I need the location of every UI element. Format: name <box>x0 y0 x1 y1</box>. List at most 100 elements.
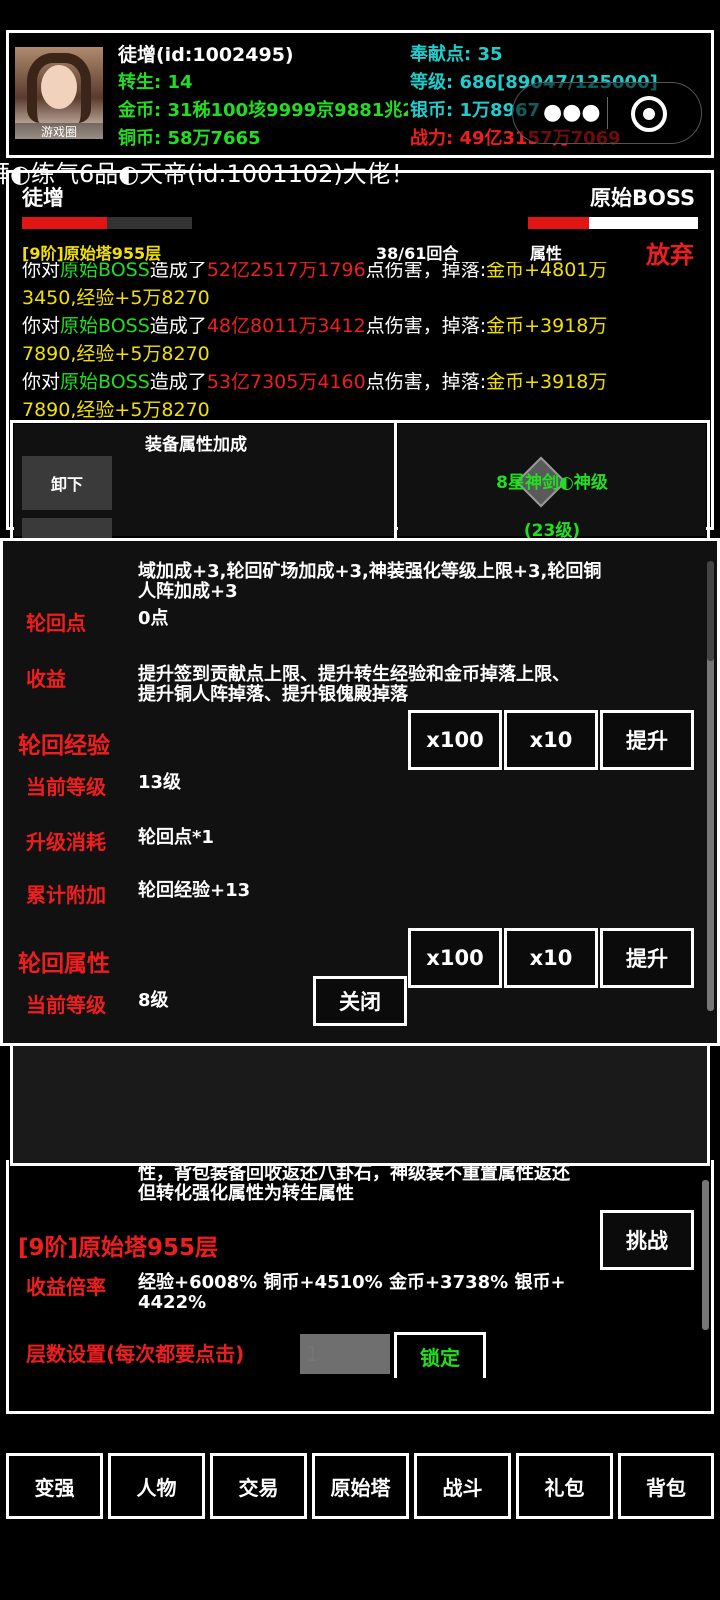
unequip-button[interactable]: 卸下 <box>22 456 112 510</box>
nav-character[interactable]: 人物 <box>108 1453 205 1519</box>
attr-x100-button[interactable]: x100 <box>408 928 502 988</box>
challenge-button[interactable]: 挑战 <box>600 1210 694 1270</box>
battle-log-segment: 原始BOSS <box>60 371 150 393</box>
floor-setting-label: 层数设置(每次都要点击) <box>26 1342 245 1366</box>
tower-scrollbar[interactable] <box>702 1180 709 1330</box>
lock-button[interactable]: 锁定 <box>394 1332 486 1378</box>
battle-log-segment: 点伤害，掉落: <box>365 262 487 281</box>
dialog-top-text-2: 人阵加成+3 <box>138 581 238 602</box>
battle-log: 你对原始BOSS造成了52亿2517万1796点伤害，掉落:金币+4801万 34… <box>0 262 720 422</box>
player-hp-bar <box>22 217 192 229</box>
equip-item-name: 8星神剑◐神级 <box>496 473 608 493</box>
exp-upgrade-label: 提升 <box>626 729 668 753</box>
capsule-divider <box>607 97 608 129</box>
battle-log-line: 3450,经验+5万8270 <box>22 284 210 312</box>
tower-desc-1: 性，背包装备回收返还八卦石，神级装不重置属性返还 <box>138 1163 570 1184</box>
underlay-box <box>10 1046 710 1166</box>
attr-current-level-label: 当前等级 <box>26 993 106 1017</box>
lock-label: 锁定 <box>420 1346 460 1370</box>
record-icon[interactable] <box>631 96 667 132</box>
battle-log-segment: 原始BOSS <box>60 262 150 281</box>
equip-bonus-title: 装备属性加成 <box>145 435 247 455</box>
tower-stage-title: [9阶]原始塔955层 <box>18 1235 219 1261</box>
contribution-stat: 奉献点: 35 <box>410 44 503 65</box>
battle-player-name: 徒增 <box>22 186 64 210</box>
battle-log-segment: 点伤害，掉落: <box>365 371 487 393</box>
avatar[interactable]: 游戏圈 <box>15 47 103 139</box>
copper-stat: 铜币: 58万7665 <box>118 128 261 149</box>
attr-current-level-value: 8级 <box>138 990 169 1011</box>
dialog-scrollbar[interactable] <box>707 601 714 1011</box>
income-label: 收益 <box>26 667 66 691</box>
battle-log-line: 你对原始BOSS造成了53亿7305万4160点伤害，掉落:金币+3918万 <box>22 368 607 396</box>
battle-log-segment: 3450,经验+5万8270 <box>22 287 210 309</box>
battle-log-line: 你对原始BOSS造成了48亿8011万3412点伤害，掉落:金币+3918万 <box>22 312 607 340</box>
income-rate-text-2: 4422% <box>138 1292 207 1313</box>
exp-current-level-value: 13级 <box>138 772 182 793</box>
equip-item-slot[interactable]: 8星神剑◐神级 (23级) <box>398 424 706 541</box>
nav-battle-label: 战斗 <box>442 1475 483 1500</box>
battle-log-segment: 48亿8011万3412 <box>206 315 366 337</box>
battle-log-segment: 原始BOSS <box>60 315 150 337</box>
battle-log-segment: 53亿7305万4160 <box>206 371 366 393</box>
exp-x10-label: x10 <box>529 728 573 752</box>
exp-x100-label: x100 <box>426 728 484 752</box>
exp-x10-button[interactable]: x10 <box>504 710 598 770</box>
boss-hp-fill <box>528 217 590 229</box>
attr-upgrade-button[interactable]: 提升 <box>600 928 694 988</box>
avatar-caption: 游戏圈 <box>15 123 103 139</box>
nav-battle[interactable]: 战斗 <box>414 1453 511 1519</box>
floor-input[interactable] <box>300 1334 390 1374</box>
income-text-2: 提升铜人阵掉落、提升银傀殿掉落 <box>138 684 408 705</box>
accumulated-bonus-label: 累计附加 <box>26 883 106 907</box>
nav-bag-label: 背包 <box>646 1475 686 1500</box>
capsule-menu: ●●● <box>512 82 702 144</box>
exp-x100-button[interactable]: x100 <box>408 710 502 770</box>
nav-trade-label: 交易 <box>238 1475 279 1500</box>
battle-log-segment: 造成了 <box>149 371 207 393</box>
exp-upgrade-button[interactable]: 提升 <box>600 710 694 770</box>
close-button[interactable]: 关闭 <box>313 976 407 1026</box>
reincarnation-points-value: 0点 <box>138 608 169 629</box>
battle-log-segment: 金币+3918万 <box>486 315 608 337</box>
reincarnation-attr-title: 轮回属性 <box>18 951 110 977</box>
battle-round: 38/61回合 <box>376 244 459 263</box>
dialog-scroll-handle[interactable] <box>707 561 714 661</box>
attr-upgrade-label: 提升 <box>626 947 668 971</box>
battle-boss-name: 原始BOSS <box>590 186 696 210</box>
battle-log-segment: 造成了 <box>149 315 207 337</box>
attr-x10-button[interactable]: x10 <box>504 928 598 988</box>
nav-trade[interactable]: 交易 <box>210 1453 307 1519</box>
reincarnation-points-label: 轮回点 <box>26 611 86 635</box>
nav-bag[interactable]: 背包 <box>618 1453 714 1519</box>
more-icon[interactable]: ●●● <box>543 101 601 125</box>
upgrade-cost-value: 轮回点*1 <box>138 827 214 848</box>
battle-log-line: 7890,经验+5万8270 <box>22 396 210 422</box>
battle-log-segment: 金币+4801万 <box>486 262 608 281</box>
nav-gift[interactable]: 礼包 <box>516 1453 613 1519</box>
income-rate-text-1: 经验+6008% 铜币+4510% 金币+3738% 银币+ <box>138 1272 566 1293</box>
battle-attr-button[interactable]: 属性 <box>530 240 562 264</box>
battle-log-segment: 52亿2517万1796 <box>206 262 366 281</box>
rebirth-stat: 转生: 14 <box>118 72 193 93</box>
nav-strengthen-label: 变强 <box>34 1475 75 1500</box>
player-name-id: 徒增(id:1002495) <box>118 44 294 66</box>
dialog-top-text-1: 域加成+3,轮回矿场加成+3,神装强化等级上限+3,轮回铜 <box>138 561 602 582</box>
battle-log-segment: 造成了 <box>149 262 207 281</box>
battle-log-segment: 你对 <box>22 371 61 393</box>
accumulated-bonus-value: 轮回经验+13 <box>138 880 251 901</box>
battle-log-line: 你对原始BOSS造成了52亿2517万1796点伤害，掉落:金币+4801万 <box>22 262 607 284</box>
income-rate-label: 收益倍率 <box>26 1275 106 1299</box>
exp-current-level-label: 当前等级 <box>26 775 106 799</box>
income-text-1: 提升签到贡献点上限、提升转生经验和金币掉落上限、 <box>138 664 570 685</box>
record-icon-dot <box>643 108 655 120</box>
battle-log-segment: 金币+3918万 <box>486 371 608 393</box>
battle-log-segment: 你对 <box>22 315 61 337</box>
nav-tower[interactable]: 原始塔 <box>312 1453 409 1519</box>
tower-desc-2: 但转化强化属性为转生属性 <box>138 1183 354 1204</box>
nav-strengthen[interactable]: 变强 <box>6 1453 103 1519</box>
reincarnation-exp-title: 轮回经验 <box>18 733 110 759</box>
challenge-label: 挑战 <box>626 1229 668 1253</box>
equip-divider <box>394 420 397 540</box>
unequip-button-2[interactable] <box>22 518 112 538</box>
